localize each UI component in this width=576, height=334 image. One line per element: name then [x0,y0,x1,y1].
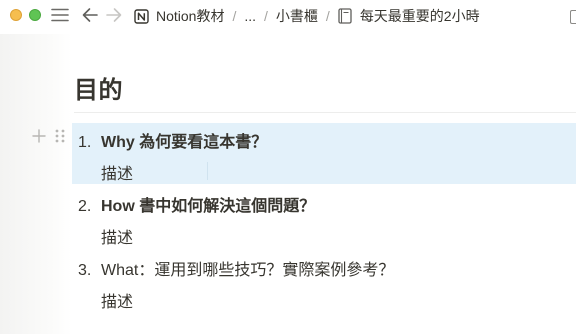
top-bar: Notion教材 / ... / 小書櫃 / 每天最重要的2小時 [0,0,576,34]
drag-handle-icon[interactable] [54,128,66,144]
list-item-description[interactable]: 描述 [101,288,133,312]
list-item-text: What：運用到哪些技巧？實際案例參考？ [101,262,395,279]
breadcrumb-parent[interactable]: 小書櫃 [274,6,320,26]
breadcrumb: Notion教材 / ... / 小書櫃 / 每天最重要的2小時 [132,5,482,27]
arrow-left-icon[interactable] [81,6,99,24]
minimize-window-button[interactable] [10,9,22,21]
list-item-number: 1. [78,134,92,151]
text-cursor [207,162,208,180]
list-item-description[interactable]: 描述 [101,160,133,184]
list-item-number: 2. [78,198,92,215]
zoom-window-button[interactable] [29,9,41,21]
window-left-edge [0,0,72,334]
list-item-title[interactable]: 2. How 書中如何解決這個問題？ [78,192,315,216]
breadcrumb-workspace[interactable]: Notion教材 [132,6,226,26]
list-item-description[interactable]: 描述 [101,224,133,248]
hamburger-menu-icon[interactable] [51,7,69,23]
breadcrumb-ellipsis[interactable]: ... [242,8,258,24]
breadcrumb-separator: / [232,8,237,24]
list-item-text: How 書中如何解決這個問題？ [101,198,316,215]
breadcrumb-current-page[interactable]: 每天最重要的2小時 [336,6,482,26]
list-item-title[interactable]: 3. What：運用到哪些技巧？實際案例參考？ [78,256,394,280]
notion-logo-icon [134,8,149,24]
book-icon [338,8,352,24]
arrow-right-icon[interactable] [105,6,123,24]
list-item-number: 3. [78,262,92,279]
add-block-icon[interactable] [31,128,47,144]
breadcrumb-separator: / [264,8,268,24]
window-edge-marker [570,10,576,24]
list-item-title[interactable]: 1. Why 為何要看這本書？ [78,128,267,152]
breadcrumb-current-page-label: 每天最重要的2小時 [359,8,480,24]
list-item-text: Why 為何要看這本書？ [101,134,268,151]
breadcrumb-separator: / [325,8,330,24]
breadcrumb-workspace-label: Notion教材 [156,8,225,24]
page-section-heading[interactable]: 目的 [74,70,123,105]
heading-divider [74,112,576,113]
